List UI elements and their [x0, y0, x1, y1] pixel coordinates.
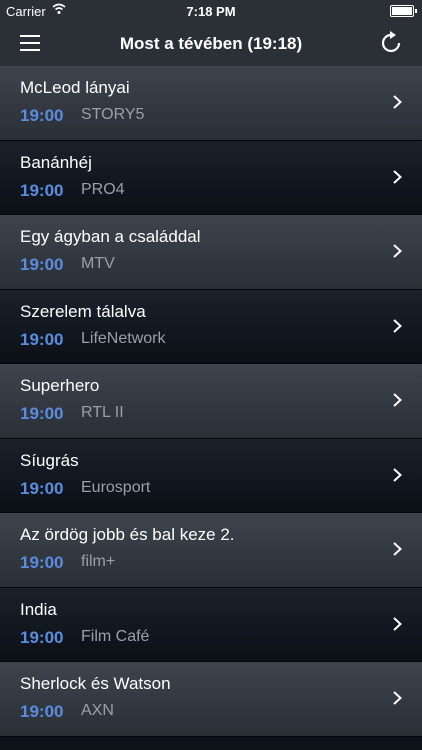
list-item[interactable]: McLeod lányai 19:00 STORY5 [0, 66, 422, 141]
list-item[interactable]: Banánhéj 19:00 PRO4 [0, 140, 422, 215]
list-item[interactable]: Szerelem tálalva 19:00 LifeNetwork [0, 289, 422, 364]
program-channel: RTL II [81, 404, 124, 421]
list-item[interactable]: Síugrás 19:00 Eurosport [0, 438, 422, 513]
program-title: India [20, 599, 57, 619]
program-channel: Film Café [81, 627, 150, 645]
program-channel: film+ [81, 553, 116, 570]
status-time: 7:18 PM [186, 4, 236, 19]
chevron-right-icon [393, 691, 402, 705]
list-item[interactable]: India 19:00 Film Café [0, 587, 422, 662]
chevron-right-icon [393, 393, 402, 407]
page-title: Most a tévében (19:18) [119, 34, 303, 53]
program-time: 19:00 [20, 702, 64, 721]
chevron-right-icon [393, 95, 402, 109]
program-time: 19:00 [20, 180, 64, 200]
chevron-right-icon [393, 467, 402, 482]
program-time: 19:00 [20, 106, 64, 125]
list-item[interactable]: Az ördög jobb és bal keze 2. 19:00 film+ [0, 513, 422, 588]
program-channel: PRO4 [81, 180, 125, 198]
program-list: McLeod lányai 19:00 STORY5 Banánhéj 19:0… [0, 66, 422, 737]
battery-icon [390, 5, 417, 17]
program-title: Egy ágyban a családdal [20, 227, 201, 246]
program-title: Banánhéj [20, 152, 92, 172]
navigation-bar: Most a tévében (19:18) [0, 22, 422, 67]
program-time: 19:00 [20, 255, 64, 274]
program-time: 19:00 [20, 627, 64, 647]
program-time: 19:00 [20, 329, 64, 349]
program-title: McLeod lányai [20, 78, 130, 97]
program-title: Sherlock és Watson [20, 674, 171, 693]
program-channel: MTV [81, 255, 115, 272]
program-time: 19:00 [20, 404, 64, 423]
chevron-right-icon [393, 169, 402, 184]
program-title: Superhero [20, 376, 100, 395]
refresh-icon[interactable] [380, 31, 402, 55]
program-title: Az ördög jobb és bal keze 2. [20, 525, 235, 544]
status-bar: Carrier 7:18 PM [0, 0, 422, 22]
chevron-right-icon [393, 616, 402, 631]
program-title: Szerelem tálalva [20, 301, 146, 321]
program-channel: STORY5 [81, 106, 145, 123]
list-item[interactable]: Sherlock és Watson 19:00 AXN [0, 662, 422, 737]
program-time: 19:00 [20, 478, 64, 498]
chevron-right-icon [393, 542, 402, 556]
list-item[interactable]: Superhero 19:00 RTL II [0, 364, 422, 439]
program-channel: AXN [81, 702, 114, 719]
chevron-right-icon [393, 244, 402, 258]
program-title: Síugrás [20, 450, 79, 470]
chevron-right-icon [393, 318, 402, 333]
program-time: 19:00 [20, 553, 64, 572]
program-channel: Eurosport [81, 478, 151, 496]
program-channel: LifeNetwork [81, 329, 166, 347]
list-item[interactable]: Egy ágyban a családdal 19:00 MTV [0, 215, 422, 290]
